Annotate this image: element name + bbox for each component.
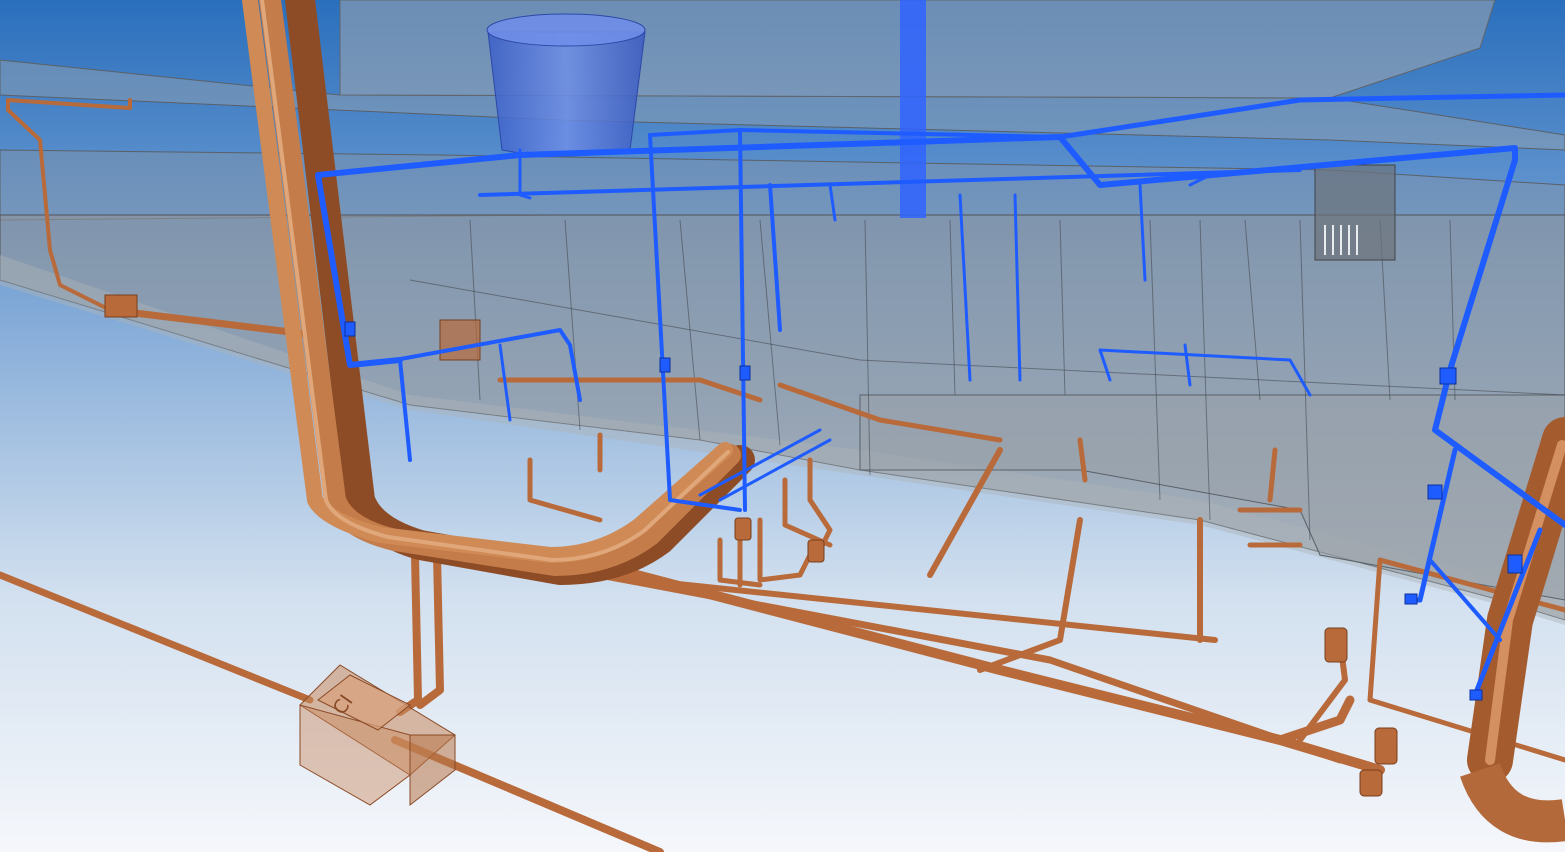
plumbing-model-scene[interactable]: CI (0, 0, 1565, 852)
bim-3d-viewport[interactable]: CI (0, 0, 1565, 852)
rooftop-equipment (1314, 164, 1396, 261)
